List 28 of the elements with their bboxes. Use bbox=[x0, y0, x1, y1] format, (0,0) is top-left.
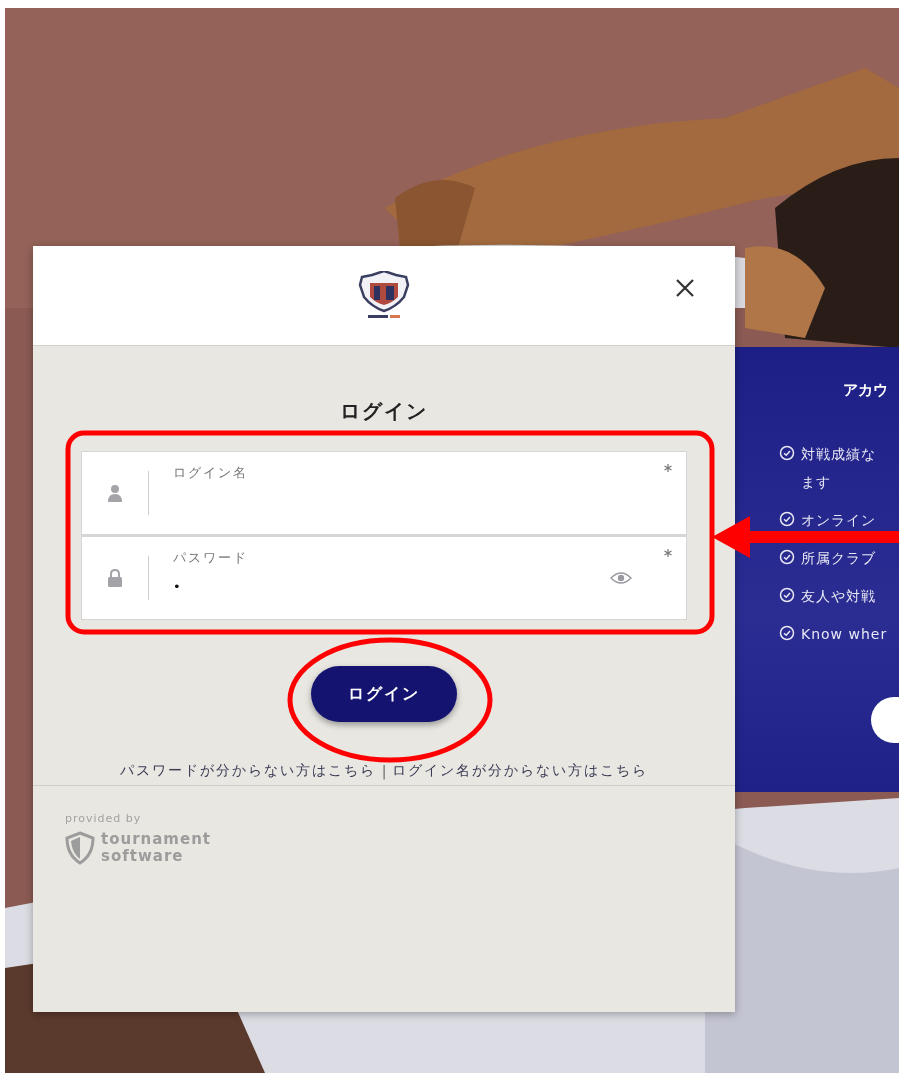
check-circle-icon bbox=[779, 511, 795, 527]
lock-icon bbox=[107, 569, 123, 587]
field-value: • bbox=[173, 579, 181, 594]
check-circle-icon bbox=[779, 445, 795, 461]
input-field[interactable]: パスワード • bbox=[82, 537, 686, 619]
panel-title: アカウ bbox=[843, 381, 889, 400]
feature-text: オンライン bbox=[801, 511, 876, 530]
feature-text: 対戦成績な ます bbox=[801, 445, 876, 492]
provided-by-text: provided by bbox=[65, 812, 142, 825]
check-circle-icon bbox=[779, 549, 795, 565]
check-circle-icon bbox=[779, 625, 795, 641]
field-label: ログイン名 bbox=[173, 464, 248, 482]
feature-text: 友人や対戦 bbox=[801, 587, 876, 606]
input-field[interactable]: ログイン名 bbox=[82, 452, 686, 534]
user-icon bbox=[107, 484, 123, 502]
eye-icon[interactable] bbox=[610, 571, 632, 585]
shield-logo-icon bbox=[356, 270, 412, 321]
feature-text: Know wher bbox=[801, 625, 888, 644]
check-circle-icon bbox=[779, 587, 795, 603]
login-button[interactable]: ログイン bbox=[311, 666, 457, 722]
dialog-title: ログイン bbox=[340, 398, 428, 425]
separator: | bbox=[381, 763, 387, 779]
shield-icon bbox=[65, 831, 95, 865]
field-label: パスワード bbox=[173, 549, 248, 567]
brand-name: tournament software bbox=[101, 831, 211, 865]
feature-text: 所属クラブ bbox=[801, 549, 876, 568]
help-link[interactable]: パスワードが分からない方はこちら bbox=[119, 762, 376, 780]
help-link[interactable]: ログイン名が分からない方はこちら bbox=[392, 762, 649, 780]
